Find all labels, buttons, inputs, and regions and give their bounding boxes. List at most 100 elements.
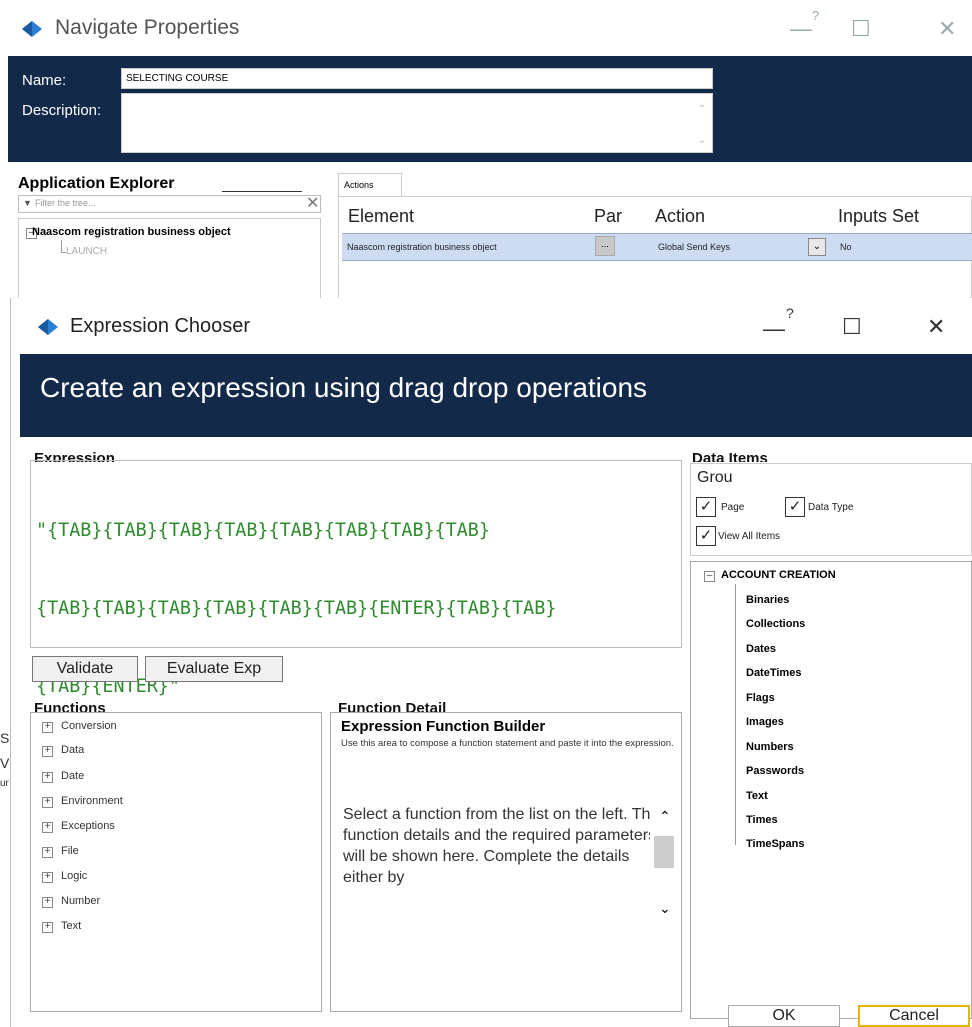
scroll-down-icon[interactable]: ⌄ <box>692 135 712 146</box>
params-button[interactable]: ... <box>595 236 615 256</box>
data-item-passwords[interactable]: Passwords <box>746 765 804 777</box>
expression-line: {TAB}{TAB}{TAB}{TAB}{TAB}{TAB}{ENTER}{TA… <box>36 598 557 619</box>
data-item-collections[interactable]: Collections <box>746 618 805 630</box>
action-cell[interactable]: Global Send Keys <box>658 242 730 252</box>
divider <box>222 191 302 192</box>
data-items-tree <box>690 561 972 1019</box>
element-cell: Naascom registration business object <box>347 242 497 252</box>
chevron-down-icon[interactable]: ⌄ <box>808 238 826 256</box>
data-item-binaries[interactable]: Binaries <box>746 594 789 606</box>
column-header-element[interactable]: Element <box>348 206 414 227</box>
function-detail-body: Select a function from the list on the l… <box>343 806 650 886</box>
help-button[interactable]: — <box>790 16 812 42</box>
collapse-icon[interactable]: – <box>704 571 715 582</box>
background-text: V <box>0 755 10 771</box>
background-text: S <box>0 730 10 746</box>
tree-filter-input[interactable]: ▼ Filter the tree... <box>18 195 321 213</box>
view-all-checkbox-label: View All Items <box>718 531 781 542</box>
close-button[interactable]: ✕ <box>927 314 945 340</box>
group-by-label: Grou <box>697 469 733 486</box>
function-category[interactable]: Conversion <box>61 720 117 732</box>
data-item-flags[interactable]: Flags <box>746 692 775 704</box>
function-category[interactable]: Number <box>61 895 100 907</box>
tree-line <box>735 584 736 845</box>
view-all-checkbox[interactable]: ✓ <box>696 526 716 546</box>
expand-icon[interactable]: + <box>42 922 53 933</box>
background-text: ur <box>0 778 9 789</box>
function-detail-heading: Expression Function Builder <box>341 718 546 735</box>
data-type-checkbox[interactable]: ✓ <box>785 497 805 517</box>
function-category[interactable]: Data <box>61 744 84 756</box>
window-title: Navigate Properties <box>55 16 240 39</box>
data-item-timespans[interactable]: TimeSpans <box>746 838 805 850</box>
expand-icon[interactable]: + <box>42 746 53 757</box>
cancel-button[interactable]: Cancel <box>858 1005 970 1027</box>
description-scrollbar[interactable]: ⌃ ⌄ <box>692 94 712 152</box>
help-icon[interactable]: ? <box>786 305 794 321</box>
clear-filter-icon[interactable]: ✕ <box>306 193 319 213</box>
scroll-up-icon[interactable]: ⌃ <box>692 104 712 115</box>
close-button[interactable]: ✕ <box>938 16 956 42</box>
expand-icon[interactable]: + <box>42 797 53 808</box>
validate-button[interactable]: Validate <box>32 656 138 682</box>
help-icon[interactable]: ? <box>812 8 819 23</box>
filter-placeholder: Filter the tree... <box>35 198 96 208</box>
function-detail-scrollbar[interactable]: ⌃ ⌄ <box>650 802 678 928</box>
minimize-button[interactable]: — <box>763 316 785 342</box>
function-category[interactable]: Logic <box>61 870 87 882</box>
tree-node-launch[interactable]: LAUNCH <box>66 246 107 257</box>
banner-text: Create an expression using drag drop ope… <box>40 372 648 403</box>
function-detail-label: Function Detail <box>338 700 447 712</box>
function-detail-body-clip: Select a function from the list on the l… <box>330 800 650 950</box>
name-label: Name: <box>22 72 67 89</box>
function-category[interactable]: Text <box>61 920 81 932</box>
data-item-datetimes[interactable]: DateTimes <box>746 667 801 679</box>
page-checkbox[interactable]: ✓ <box>696 497 716 517</box>
name-field[interactable] <box>121 68 713 89</box>
data-item-numbers[interactable]: Numbers <box>746 741 794 753</box>
maximize-button[interactable]: ☐ <box>842 314 862 340</box>
inputs-set-cell: No <box>840 242 852 252</box>
expand-icon[interactable]: + <box>42 847 53 858</box>
expression-text[interactable]: "{TAB}{TAB}{TAB}{TAB}{TAB}{TAB}{TAB}{TAB… <box>36 466 676 726</box>
function-detail-subtext: Use this area to compose a function stat… <box>341 738 674 749</box>
tree-node-account-creation[interactable]: ACCOUNT CREATION <box>721 569 836 581</box>
tab-actions[interactable]: Actions <box>338 173 402 197</box>
evaluate-button[interactable]: Evaluate Exp <box>145 656 283 682</box>
page-checkbox-label: Page <box>721 502 745 513</box>
expand-icon[interactable]: + <box>42 772 53 783</box>
function-category[interactable]: Environment <box>61 795 123 807</box>
column-header-inputs-set[interactable]: Inputs Set <box>838 206 919 227</box>
scroll-down-icon[interactable]: ⌄ <box>659 900 671 917</box>
application-explorer-title: Application Explorer <box>18 175 175 192</box>
expand-icon[interactable]: + <box>42 897 53 908</box>
column-header-action[interactable]: Action <box>655 206 705 227</box>
data-type-checkbox-label: Data Type <box>808 502 854 513</box>
data-item-text[interactable]: Text <box>746 790 768 802</box>
expand-icon[interactable]: + <box>42 722 53 733</box>
app-logo-icon <box>38 319 58 335</box>
function-category[interactable]: Date <box>61 770 84 782</box>
app-logo-icon <box>22 21 42 37</box>
ok-button[interactable]: OK <box>728 1005 840 1027</box>
scrollbar-thumb[interactable] <box>654 836 674 868</box>
data-item-dates[interactable]: Dates <box>746 643 776 655</box>
functions-label: Functions <box>34 700 106 712</box>
function-category[interactable]: File <box>61 845 79 857</box>
tree-line <box>61 240 62 252</box>
functions-tree <box>30 712 322 1012</box>
tree-node-business-object[interactable]: Naascom registration business object <box>32 226 231 238</box>
navigate-properties-titlebar: Navigate Properties — ? ☐ ✕ <box>0 0 972 56</box>
expand-icon[interactable]: + <box>42 872 53 883</box>
maximize-button[interactable]: ☐ <box>851 16 871 42</box>
description-label: Description: <box>22 102 102 119</box>
data-item-times[interactable]: Times <box>746 814 778 826</box>
data-items-label: Data Items <box>692 450 768 462</box>
scroll-up-icon[interactable]: ⌃ <box>659 808 671 825</box>
function-category[interactable]: Exceptions <box>61 820 115 832</box>
expand-icon[interactable]: + <box>42 822 53 833</box>
description-field[interactable]: ⌃ ⌄ <box>121 93 713 153</box>
data-item-images[interactable]: Images <box>746 716 784 728</box>
expression-line: "{TAB}{TAB}{TAB}{TAB}{TAB}{TAB}{TAB}{TAB… <box>36 520 490 541</box>
column-header-params[interactable]: Par <box>594 206 622 227</box>
